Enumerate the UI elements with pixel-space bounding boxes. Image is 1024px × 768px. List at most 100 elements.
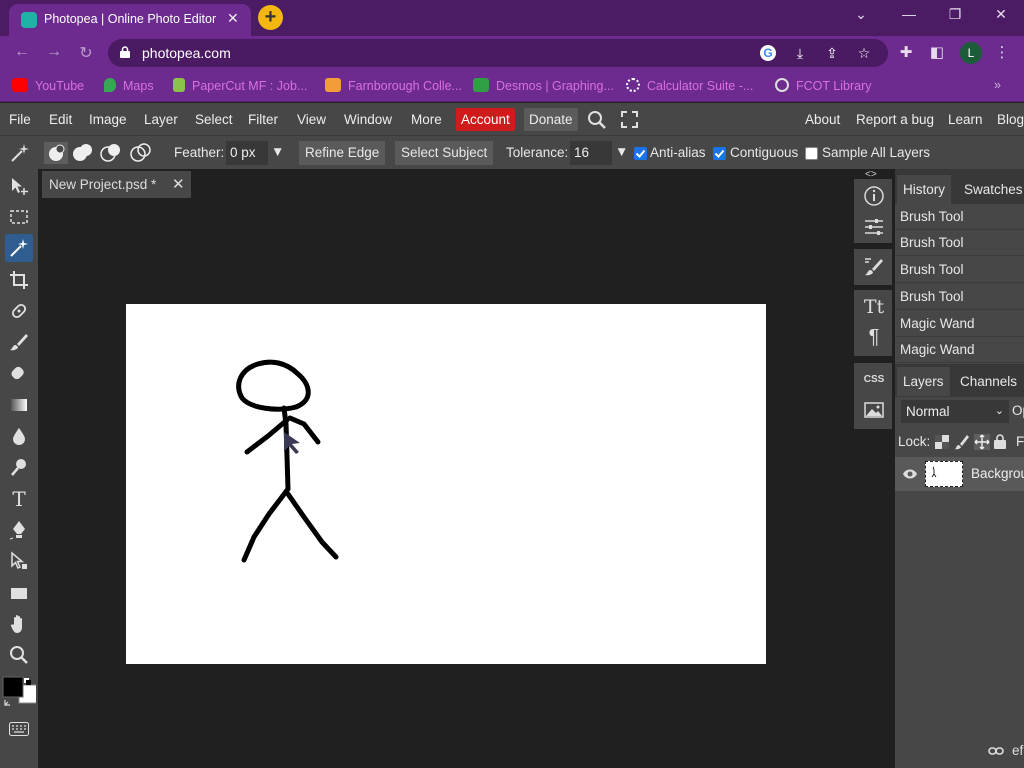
link-layers-icon[interactable] — [988, 746, 1004, 756]
refine-edge-button[interactable]: Refine Edge — [299, 141, 386, 165]
bookmark-maps[interactable]: Maps — [104, 78, 154, 93]
adjustments-icon[interactable] — [863, 216, 885, 238]
image-canvas[interactable] — [126, 304, 766, 664]
contiguous-checkbox[interactable] — [713, 147, 726, 160]
extensions-puzzle-icon[interactable]: ✚ — [896, 43, 916, 61]
crop-tool-icon[interactable] — [5, 266, 33, 294]
sample-all-layers-checkbox[interactable] — [805, 147, 818, 160]
history-item[interactable]: Brush Tool — [895, 284, 1024, 310]
browser-tab[interactable]: Photopea | Online Photo Editor ✕ — [9, 4, 251, 36]
donate-button[interactable]: Donate — [524, 108, 578, 131]
account-button[interactable]: Account — [456, 108, 515, 131]
gradient-tool-icon[interactable] — [5, 391, 33, 419]
keyboard-icon[interactable] — [5, 715, 33, 743]
link-learn[interactable]: Learn — [948, 112, 983, 127]
feather-input[interactable]: 0 px — [226, 141, 268, 165]
info-icon[interactable] — [863, 185, 885, 207]
new-tab-button[interactable]: + — [258, 5, 283, 30]
layer-row-background[interactable]: Backgrou — [895, 457, 1024, 491]
bookmark-papercut[interactable]: PaperCut MF : Job... — [173, 78, 307, 93]
zoom-tool-icon[interactable] — [5, 641, 33, 669]
menu-window[interactable]: Window — [344, 112, 392, 127]
lock-all-icon[interactable] — [994, 434, 1006, 449]
tolerance-dropdown-icon[interactable]: ▼ — [615, 144, 628, 159]
more-bookmarks-icon[interactable]: » — [994, 78, 1001, 92]
reload-icon[interactable]: ↻ — [76, 43, 96, 63]
forward-arrow-icon[interactable]: → — [44, 43, 64, 61]
share-icon[interactable]: ⇪ — [824, 45, 840, 61]
link-blog[interactable]: Blog — [997, 112, 1024, 127]
path-select-tool-icon[interactable] — [5, 547, 33, 575]
tab-swatches[interactable]: Swatches — [958, 175, 1024, 204]
brush-tool-icon[interactable] — [5, 328, 33, 356]
window-close-button[interactable]: ✕ — [991, 6, 1011, 23]
browser-menu-icon[interactable]: ⋮ — [992, 43, 1012, 61]
paragraph-icon[interactable]: ¶ — [863, 326, 885, 348]
character-icon[interactable]: Tt — [863, 296, 885, 318]
history-item[interactable]: Brush Tool — [895, 230, 1024, 256]
menu-edit[interactable]: Edit — [49, 112, 72, 127]
menu-view[interactable]: View — [297, 112, 326, 127]
lock-pixels-icon[interactable] — [955, 434, 969, 450]
bookmark-fcot-library[interactable]: FCOT Library — [775, 78, 871, 93]
tab-channels[interactable]: Channels — [954, 367, 1023, 396]
history-item[interactable]: Brush Tool — [895, 257, 1024, 283]
bookmark-desmos[interactable]: Desmos | Graphing... — [473, 78, 614, 93]
back-arrow-icon[interactable]: ← — [12, 43, 32, 61]
menu-select[interactable]: Select — [195, 112, 233, 127]
tab-history[interactable]: History — [897, 175, 952, 204]
link-report-bug[interactable]: Report a bug — [856, 112, 934, 127]
search-icon[interactable] — [587, 110, 607, 130]
google-icon[interactable]: G — [760, 45, 776, 61]
bookmark-farnborough[interactable]: Farnborough Colle... — [325, 78, 462, 93]
lock-position-icon[interactable] — [974, 434, 990, 450]
menu-image[interactable]: Image — [89, 112, 127, 127]
dodge-tool-icon[interactable] — [5, 453, 33, 481]
profile-avatar[interactable]: L — [960, 42, 982, 64]
anti-alias-checkbox[interactable] — [634, 147, 647, 160]
rectangle-shape-tool-icon[interactable] — [5, 579, 33, 607]
tab-search-icon[interactable]: ⌄ — [851, 6, 871, 23]
url-omnibox[interactable]: photopea.com G ⤓ ⇪ ☆ — [108, 39, 888, 67]
close-document-icon[interactable]: ✕ — [172, 175, 185, 193]
tab-layers[interactable]: Layers — [897, 367, 950, 396]
menu-file[interactable]: File — [9, 112, 31, 127]
marquee-tool-icon[interactable] — [5, 203, 33, 231]
magic-wand-tool-icon[interactable] — [5, 234, 33, 262]
lock-transparency-icon[interactable] — [935, 435, 949, 449]
bookmark-calculator[interactable]: Calculator Suite -... — [626, 78, 753, 93]
blur-tool-icon[interactable] — [5, 422, 33, 450]
image-icon[interactable] — [863, 399, 885, 421]
selection-mode-icons[interactable] — [44, 142, 156, 164]
history-item[interactable]: Magic Wand — [895, 337, 1024, 363]
css-icon[interactable]: CSS — [863, 369, 885, 391]
history-item[interactable]: Magic Wand — [895, 311, 1024, 337]
restore-button[interactable]: ❐ — [945, 6, 965, 23]
menu-layer[interactable]: Layer — [144, 112, 178, 127]
history-item[interactable]: Brush Tool — [895, 204, 1024, 230]
effects-label[interactable]: ef — [1012, 743, 1023, 758]
close-tab-icon[interactable]: ✕ — [227, 10, 239, 27]
blend-mode-select[interactable]: Normal ⌄ — [901, 400, 1009, 423]
install-app-icon[interactable]: ⤓ — [792, 45, 808, 61]
bookmark-star-icon[interactable]: ☆ — [856, 45, 872, 61]
tolerance-input[interactable]: 16 — [570, 141, 612, 165]
brush-settings-icon[interactable] — [863, 256, 885, 278]
link-about[interactable]: About — [805, 112, 840, 127]
pen-tool-icon[interactable] — [5, 516, 33, 544]
side-panel-icon[interactable]: ◧ — [927, 43, 947, 61]
fullscreen-icon[interactable] — [621, 111, 638, 128]
eye-visibility-icon[interactable] — [902, 468, 918, 480]
hand-tool-icon[interactable] — [5, 610, 33, 638]
eraser-tool-icon[interactable] — [5, 359, 33, 387]
minimize-button[interactable]: — — [899, 6, 919, 22]
menu-more[interactable]: More — [411, 112, 442, 127]
bookmark-youtube[interactable]: YouTube — [12, 78, 84, 93]
color-swatches[interactable] — [2, 676, 36, 712]
document-tab[interactable]: New Project.psd * ✕ — [42, 171, 191, 198]
healing-brush-tool-icon[interactable] — [5, 297, 33, 325]
select-subject-button[interactable]: Select Subject — [395, 141, 494, 165]
menu-filter[interactable]: Filter — [248, 112, 278, 127]
type-tool-icon[interactable]: T — [5, 485, 33, 513]
feather-dropdown-icon[interactable]: ▼ — [271, 144, 284, 159]
